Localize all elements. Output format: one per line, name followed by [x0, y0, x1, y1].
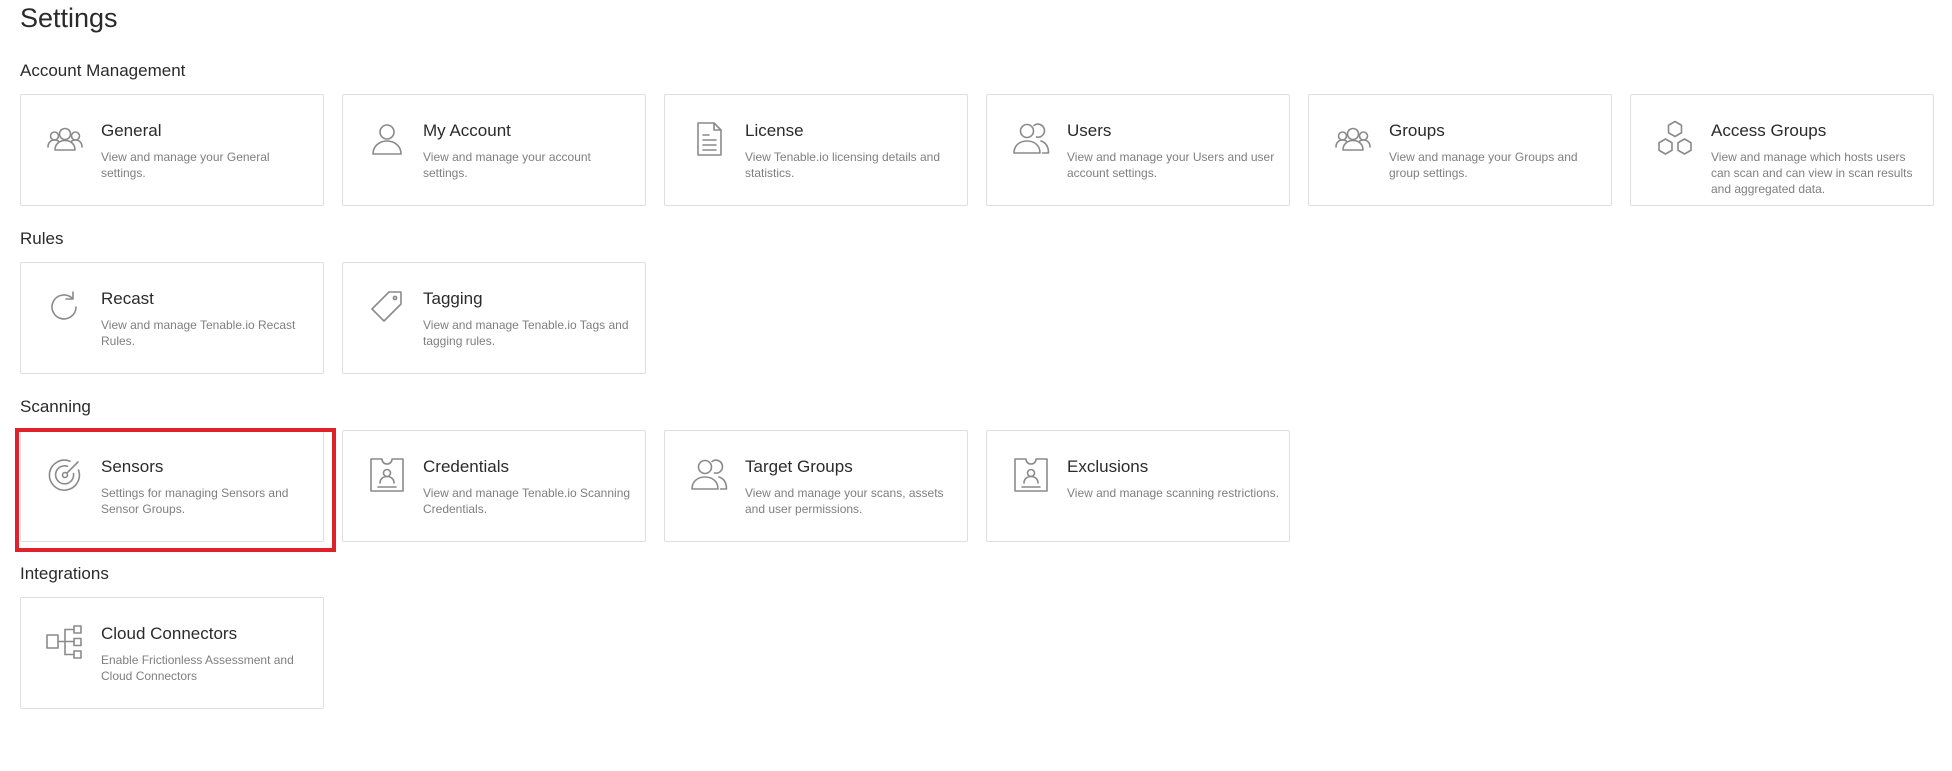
card-credentials[interactable]: Credentials View and manage Tenable.io S…: [342, 430, 646, 542]
settings-page: Settings Account Management General View…: [0, 0, 1952, 771]
card-users[interactable]: Users View and manage your Users and use…: [986, 94, 1290, 206]
card-description: View and manage your Groups and group se…: [1389, 150, 1578, 180]
card-description: View and manage which hosts users can sc…: [1711, 150, 1913, 196]
card-description: View and manage Tenable.io Tags and tagg…: [423, 318, 629, 348]
card-description: Enable Frictionless Assessment and Cloud…: [101, 653, 294, 683]
tag-icon: [367, 287, 407, 327]
card-title: Access Groups: [1711, 121, 1827, 140]
card-my-account[interactable]: My Account View and manage your account …: [342, 94, 646, 206]
card-description: View and manage Tenable.io Scanning Cred…: [423, 486, 631, 516]
connectors-icon: [45, 622, 85, 662]
page-title: Settings: [20, 3, 118, 33]
card-exclusions[interactable]: Exclusions View and manage scanning rest…: [986, 430, 1290, 542]
card-license[interactable]: License View Tenable.io licensing detail…: [664, 94, 968, 206]
recast-icon: [45, 287, 85, 327]
card-title: Cloud Connectors: [101, 624, 238, 643]
section-title-rules: Rules: [20, 229, 64, 248]
hexagons-icon: [1655, 119, 1695, 159]
card-description: View and manage scanning restrictions.: [1067, 486, 1279, 500]
card-cloud-connectors[interactable]: Cloud Connectors Enable Frictionless Ass…: [20, 597, 324, 709]
card-title: Exclusions: [1067, 457, 1149, 476]
badge-icon: [367, 455, 407, 495]
section-title-integrations: Integrations: [20, 564, 109, 583]
section-title-account-management: Account Management: [20, 61, 186, 80]
card-title: Sensors: [101, 457, 164, 476]
section-title-scanning: Scanning: [20, 397, 91, 416]
card-tagging[interactable]: Tagging View and manage Tenable.io Tags …: [342, 262, 646, 374]
document-icon: [689, 119, 729, 159]
card-title: My Account: [423, 121, 511, 140]
card-description: View and manage your scans, assets and u…: [745, 486, 944, 516]
card-description: View and manage Tenable.io Recast Rules.: [101, 318, 296, 348]
card-description: View and manage your Users and user acco…: [1067, 150, 1275, 180]
user-icon: [367, 119, 407, 159]
group-icon: [1333, 119, 1373, 159]
card-title: License: [745, 121, 804, 140]
users-icon: [689, 455, 729, 495]
card-recast[interactable]: Recast View and manage Tenable.io Recast…: [20, 262, 324, 374]
card-description: View and manage your General settings.: [101, 150, 270, 180]
card-access-groups[interactable]: Access Groups View and manage which host…: [1630, 94, 1934, 206]
card-sensors[interactable]: Sensors Settings for managing Sensors an…: [20, 430, 324, 542]
card-title: Tagging: [423, 289, 483, 308]
card-groups[interactable]: Groups View and manage your Groups and g…: [1308, 94, 1612, 206]
card-description: View Tenable.io licensing details and st…: [745, 150, 941, 180]
card-title: Groups: [1389, 121, 1445, 140]
users-icon: [1011, 119, 1051, 159]
group-icon: [45, 119, 85, 159]
card-general[interactable]: General View and manage your General set…: [20, 94, 324, 206]
card-description: View and manage your account settings.: [423, 150, 591, 180]
card-title: Target Groups: [745, 457, 853, 476]
card-title: Users: [1067, 121, 1112, 140]
card-title: General: [101, 121, 162, 140]
card-title: Credentials: [423, 457, 509, 476]
card-description: Settings for managing Sensors and Sensor…: [101, 486, 289, 516]
radar-icon: [45, 455, 85, 495]
card-target-groups[interactable]: Target Groups View and manage your scans…: [664, 430, 968, 542]
badge-icon: [1011, 455, 1051, 495]
card-title: Recast: [101, 289, 154, 308]
